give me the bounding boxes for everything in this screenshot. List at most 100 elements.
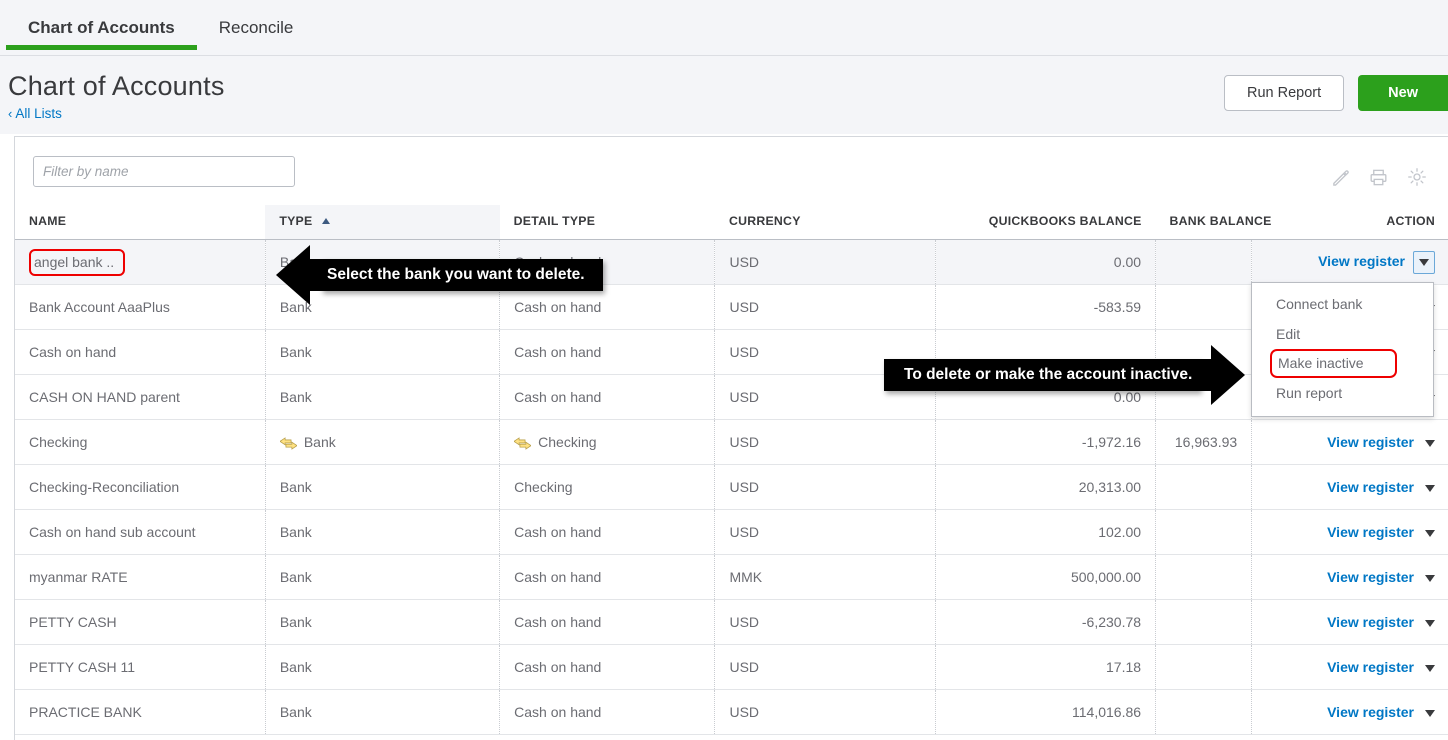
new-button[interactable]: New <box>1358 75 1448 111</box>
chevron-down-icon[interactable] <box>1425 530 1435 537</box>
column-header-type[interactable]: TYPE <box>265 205 499 240</box>
table-row[interactable]: CheckingBankCheckingUSD-1,972.1616,963.9… <box>15 420 1448 465</box>
page-header: Chart of Accounts ‹ All Lists Run Report… <box>0 56 1448 134</box>
cell-quickbooks-balance: 17.18 <box>935 645 1155 690</box>
column-header-detail-type[interactable]: DETAIL TYPE <box>500 205 715 240</box>
tab-chart-of-accounts[interactable]: Chart of Accounts <box>6 0 197 55</box>
type-label: Bank <box>280 614 312 630</box>
chevron-down-icon[interactable] <box>1425 710 1435 717</box>
table-row[interactable]: Bank Account AaaPlusBankCash on handUSD-… <box>15 285 1448 330</box>
detail-type-label: Cash on hand <box>514 614 601 630</box>
cell-action: View register <box>1252 600 1448 645</box>
cell-account-name[interactable]: myanmar RATE <box>15 555 265 600</box>
account-action-dropdown-toggle[interactable] <box>1413 251 1435 274</box>
cell-account-name[interactable]: Bank Account AaaPlus <box>15 285 265 330</box>
filter-by-name-input[interactable] <box>33 156 295 187</box>
printer-icon[interactable] <box>1369 168 1388 187</box>
chevron-down-icon[interactable] <box>1425 665 1435 672</box>
table-row[interactable]: Checking-ReconciliationBankCheckingUSD20… <box>15 465 1448 510</box>
menu-item-edit[interactable]: Edit <box>1252 319 1433 349</box>
cell-action: View register <box>1252 690 1448 735</box>
account-action-dropdown-menu[interactable]: Connect bankEditMake inactiveRun report <box>1251 282 1434 417</box>
cell-account-name[interactable]: Checking-Reconciliation <box>15 465 265 510</box>
column-header-bank-balance[interactable]: BANK BALANCE <box>1156 205 1252 240</box>
table-row[interactable]: angel bank ..BankCash on handUSD0.00View… <box>15 240 1448 285</box>
column-header-currency[interactable]: CURRENCY <box>715 205 935 240</box>
menu-item-run-report[interactable]: Run report <box>1252 378 1433 408</box>
cell-bank-balance <box>1156 465 1252 510</box>
tab-label: Reconcile <box>219 18 294 37</box>
cell-account-name[interactable]: PETTY CASH <box>15 600 265 645</box>
table-row[interactable]: myanmar RATEBankCash on handMMK500,000.0… <box>15 555 1448 600</box>
cell-account-name[interactable]: Checking <box>15 420 265 465</box>
arrow-left-icon <box>276 245 322 305</box>
detail-type-label: Cash on hand <box>514 659 601 675</box>
cell-account-name[interactable]: CASH ON HAND parent <box>15 375 265 420</box>
cell-account-name[interactable]: PETTY CASH 11 <box>15 645 265 690</box>
cell-account-name[interactable]: angel bank .. <box>15 240 265 285</box>
cell-type: Bank <box>265 555 499 600</box>
column-header-action[interactable]: ACTION <box>1252 205 1448 240</box>
cell-detail-type: Checking <box>500 465 715 510</box>
cell-action: View register <box>1252 555 1448 600</box>
detail-type-label: Cash on hand <box>514 524 601 540</box>
chevron-down-icon[interactable] <box>1425 440 1435 447</box>
view-register-link[interactable]: View register <box>1327 524 1414 540</box>
type-label: Bank <box>280 479 312 495</box>
menu-item-connect-bank[interactable]: Connect bank <box>1252 289 1433 319</box>
cell-action: View register <box>1252 510 1448 555</box>
type-label: Bank <box>280 659 312 675</box>
cell-currency: USD <box>715 690 935 735</box>
arrow-right-icon <box>1199 345 1245 405</box>
cell-quickbooks-balance: -6,230.78 <box>935 600 1155 645</box>
detail-type-label: Checking <box>538 434 596 450</box>
run-report-button[interactable]: Run Report <box>1224 75 1344 111</box>
account-name-highlight: angel bank .. <box>29 249 125 276</box>
cell-currency: USD <box>715 510 935 555</box>
view-register-link[interactable]: View register <box>1327 659 1414 675</box>
view-register-link[interactable]: View register <box>1327 434 1414 450</box>
table-row[interactable]: PETTY CASHBankCash on handUSD-6,230.78Vi… <box>15 600 1448 645</box>
cell-quickbooks-balance: 114,016.86 <box>935 690 1155 735</box>
cell-account-name[interactable]: Cash on hand sub account <box>15 510 265 555</box>
annotation-select-bank: Select the bank you want to delete. <box>276 245 603 305</box>
cell-currency: MMK <box>715 555 935 600</box>
table-header-row: NAME TYPE DETAIL TYPE CURRENCY QUICKBOOK… <box>15 205 1448 240</box>
chevron-down-icon[interactable] <box>1425 620 1435 627</box>
breadcrumb-all-lists[interactable]: ‹ All Lists <box>8 106 62 121</box>
cell-bank-balance: 16,963.93 <box>1156 420 1252 465</box>
cell-currency: USD <box>715 285 935 330</box>
view-register-link[interactable]: View register <box>1327 614 1414 630</box>
column-header-quickbooks-balance[interactable]: QUICKBOOKS BALANCE <box>935 205 1155 240</box>
column-header-name[interactable]: NAME <box>15 205 265 240</box>
sort-ascending-icon <box>322 218 330 224</box>
view-register-link[interactable]: View register <box>1327 569 1414 585</box>
chevron-down-icon[interactable] <box>1425 575 1435 582</box>
table-row[interactable]: Cash on hand sub accountBankCash on hand… <box>15 510 1448 555</box>
cell-account-name[interactable]: PRACTICE BANK <box>15 690 265 735</box>
cell-type: Bank <box>265 420 499 465</box>
view-register-link[interactable]: View register <box>1327 704 1414 720</box>
table-row[interactable]: PRACTICE BANKBankCash on handUSD114,016.… <box>15 690 1448 735</box>
chevron-down-icon <box>1419 259 1429 266</box>
cell-type: Bank <box>265 465 499 510</box>
table-row[interactable]: PETTY CASH 11BankCash on handUSD17.18Vie… <box>15 645 1448 690</box>
view-register-link[interactable]: View register <box>1327 479 1414 495</box>
menu-item-make-inactive[interactable]: Make inactive <box>1270 349 1397 378</box>
cell-detail-type: Cash on hand <box>500 330 715 375</box>
tab-reconcile[interactable]: Reconcile <box>197 0 316 55</box>
view-register-link[interactable]: View register <box>1318 253 1405 269</box>
bank-sync-icon <box>280 437 297 450</box>
chevron-down-icon[interactable] <box>1425 485 1435 492</box>
cell-bank-balance <box>1156 510 1252 555</box>
cell-type: Bank <box>265 375 499 420</box>
cell-account-name[interactable]: Cash on hand <box>15 330 265 375</box>
type-label: Bank <box>280 569 312 585</box>
cell-action: View register <box>1252 645 1448 690</box>
gear-icon[interactable] <box>1407 167 1427 187</box>
cell-currency: USD <box>715 240 935 285</box>
pencil-icon[interactable] <box>1331 168 1350 187</box>
type-label: Bank <box>280 704 312 720</box>
cell-bank-balance <box>1156 645 1252 690</box>
table-body: angel bank ..BankCash on handUSD0.00View… <box>15 240 1448 735</box>
